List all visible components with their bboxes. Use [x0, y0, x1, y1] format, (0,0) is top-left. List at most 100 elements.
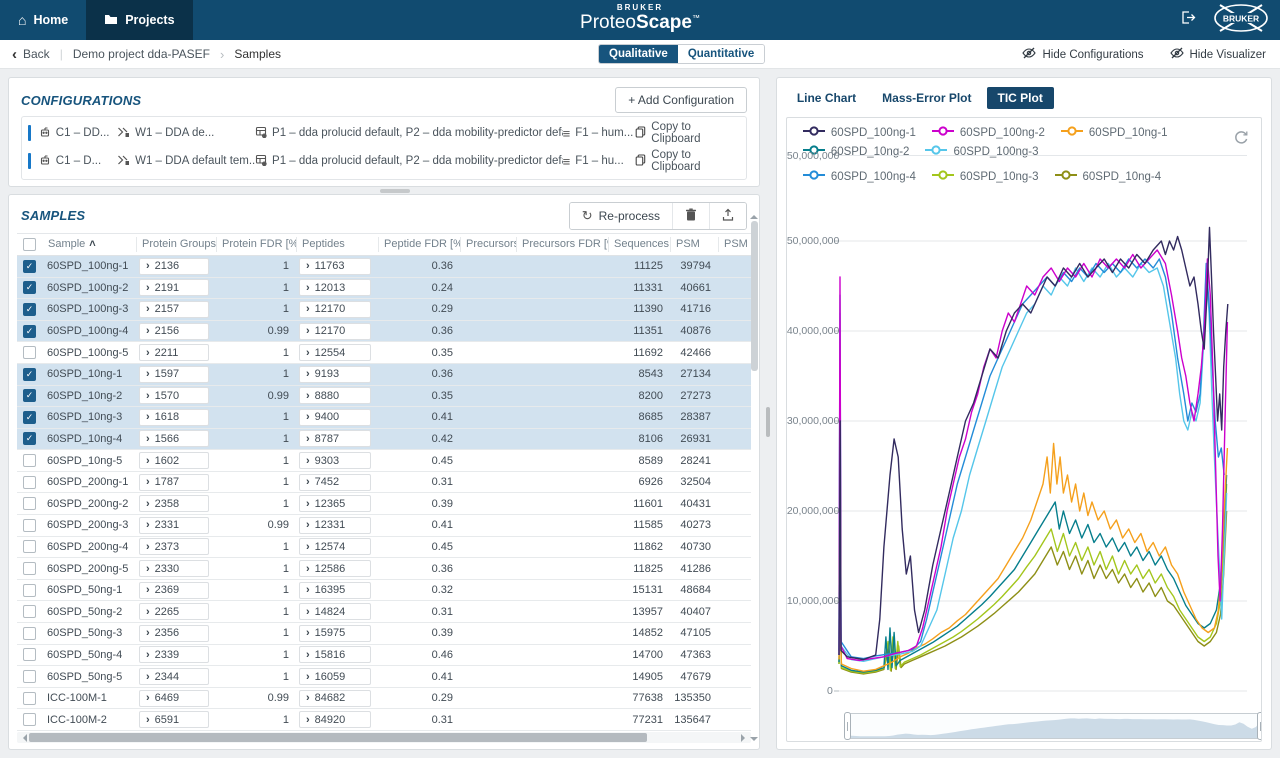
row-checkbox[interactable]: [23, 476, 36, 489]
protein-groups-expander[interactable]: ›2136: [139, 258, 209, 275]
peptides-expander[interactable]: ›11763: [299, 258, 371, 275]
table-row[interactable]: ✓60SPD_10ng-3›16181›94000.418685283870.3…: [17, 407, 751, 429]
peptides-expander[interactable]: ›84682: [299, 690, 371, 707]
peptides-expander[interactable]: ›14824: [299, 603, 371, 620]
protein-groups-expander[interactable]: ›2373: [139, 538, 209, 555]
row-checkbox[interactable]: ✓: [23, 325, 36, 338]
row-checkbox[interactable]: [23, 346, 36, 359]
table-row[interactable]: ✓60SPD_100ng-1›21361›117630.361112539794…: [17, 256, 751, 278]
row-checkbox[interactable]: ✓: [23, 281, 36, 294]
row-checkbox[interactable]: [23, 562, 36, 575]
vertical-scroll-thumb[interactable]: [751, 221, 758, 371]
hide-configurations-button[interactable]: Hide Configurations: [1022, 47, 1143, 62]
column-header-peptides[interactable]: Peptides: [297, 237, 379, 252]
row-checkbox[interactable]: ✓: [23, 368, 36, 381]
tab-tic-plot[interactable]: TIC Plot: [987, 87, 1054, 109]
table-row[interactable]: ✓60SPD_100ng-2›21911›120130.241133140661…: [17, 278, 751, 300]
table-row[interactable]: ICC-100M-1›64690.99›846820.2977638135350…: [17, 688, 751, 710]
peptides-expander[interactable]: ›9303: [299, 452, 371, 469]
breadcrumb-project[interactable]: Demo project dda-PASEF: [73, 47, 210, 61]
row-checkbox[interactable]: [23, 692, 36, 705]
scroll-left-arrow-icon[interactable]: [19, 734, 27, 742]
peptides-expander[interactable]: ›12170: [299, 301, 371, 318]
configuration-row[interactable]: C1 – D...W1 – DDA default tem...P1 – dda…: [22, 147, 746, 175]
peptides-expander[interactable]: ›9193: [299, 366, 371, 383]
column-header-peptide-fdr-[interactable]: Peptide FDR [%]: [379, 237, 461, 252]
peptides-expander[interactable]: ›15975: [299, 625, 371, 642]
select-all-checkbox[interactable]: [23, 238, 36, 251]
copy-to-clipboard-button[interactable]: Copy to Clipboard: [635, 149, 736, 173]
protein-groups-expander[interactable]: ›1787: [139, 474, 209, 491]
peptides-expander[interactable]: ›84920: [299, 711, 371, 728]
horizontal-splitter[interactable]: [8, 187, 760, 194]
horizontal-scroll-thumb[interactable]: [29, 733, 647, 742]
row-checkbox[interactable]: ✓: [23, 432, 36, 445]
back-link[interactable]: Back: [23, 47, 50, 61]
row-checkbox[interactable]: ✓: [23, 411, 36, 424]
row-checkbox[interactable]: [23, 648, 36, 661]
quantitative-button[interactable]: Quantitative: [678, 45, 764, 63]
row-checkbox[interactable]: [23, 454, 36, 467]
table-row[interactable]: 60SPD_50ng-5›23441›160590.4114905476790.…: [17, 666, 751, 688]
row-checkbox[interactable]: [23, 519, 36, 532]
peptides-expander[interactable]: ›12170: [299, 323, 371, 340]
row-checkbox[interactable]: ✓: [23, 389, 36, 402]
reprocess-button[interactable]: ↻ Re-process: [570, 203, 672, 229]
column-header-sequences[interactable]: Sequences: [609, 237, 671, 252]
row-checkbox[interactable]: [23, 497, 36, 510]
peptides-expander[interactable]: ›12586: [299, 560, 371, 577]
peptides-expander[interactable]: ›8787: [299, 430, 371, 447]
protein-groups-expander[interactable]: ›1570: [139, 387, 209, 404]
row-checkbox[interactable]: [23, 540, 36, 553]
vertical-splitter[interactable]: [764, 77, 772, 750]
protein-groups-expander[interactable]: ›2191: [139, 279, 209, 296]
nav-tab-projects[interactable]: Projects: [86, 0, 192, 40]
row-checkbox[interactable]: ✓: [23, 303, 36, 316]
column-header-protein-groups[interactable]: Protein Groups: [137, 237, 217, 252]
protein-groups-expander[interactable]: ›2330: [139, 560, 209, 577]
peptides-expander[interactable]: ›8880: [299, 387, 371, 404]
table-row[interactable]: ✓60SPD_10ng-4›15661›87870.428106269310.3…: [17, 429, 751, 451]
hide-visualizer-button[interactable]: Hide Visualizer: [1170, 47, 1267, 62]
peptides-expander[interactable]: ›9400: [299, 409, 371, 426]
logout-icon[interactable]: [1179, 9, 1196, 31]
scroll-up-arrow-icon[interactable]: [750, 211, 758, 219]
table-row[interactable]: ✓60SPD_100ng-3›21571›121700.291139041716…: [17, 299, 751, 321]
column-header-psm-fdr-[interactable]: PSM FDR [%]: [719, 237, 751, 252]
peptides-expander[interactable]: ›12365: [299, 495, 371, 512]
peptides-expander[interactable]: ›7452: [299, 474, 371, 491]
protein-groups-expander[interactable]: ›2331: [139, 517, 209, 534]
table-row[interactable]: ICC-100M-2›65911›849200.31772311356470.2…: [17, 709, 751, 731]
row-checkbox[interactable]: [23, 713, 36, 726]
peptides-expander[interactable]: ›12574: [299, 538, 371, 555]
peptides-expander[interactable]: ›12013: [299, 279, 371, 296]
copy-to-clipboard-button[interactable]: Copy to Clipboard: [635, 121, 736, 145]
table-row[interactable]: 60SPD_200ng-2›23581›123650.3911601404310…: [17, 493, 751, 515]
configuration-row[interactable]: C1 – DD...W1 – DDA de...P1 – dda proluci…: [22, 119, 746, 147]
table-row[interactable]: 60SPD_50ng-2›22651›148240.3113957404070.…: [17, 601, 751, 623]
tab-mass-error-plot[interactable]: Mass-Error Plot: [871, 87, 982, 109]
add-configuration-button[interactable]: + Add Configuration: [615, 87, 747, 113]
protein-groups-expander[interactable]: ›2356: [139, 625, 209, 642]
row-checkbox[interactable]: [23, 627, 36, 640]
protein-groups-expander[interactable]: ›6591: [139, 711, 209, 728]
column-header-precursors-fdr-[interactable]: Precursors FDR [%]: [517, 237, 609, 252]
horizontal-scrollbar[interactable]: [17, 732, 751, 743]
table-row[interactable]: ✓60SPD_100ng-4›21560.99›121700.361135140…: [17, 321, 751, 343]
column-header-protein-fdr-[interactable]: Protein FDR [%]: [217, 237, 297, 252]
protein-groups-expander[interactable]: ›2369: [139, 582, 209, 599]
table-row[interactable]: 60SPD_200ng-3›23310.99›123310.4111585402…: [17, 515, 751, 537]
row-checkbox[interactable]: ✓: [23, 260, 36, 273]
splitter-grip[interactable]: [766, 407, 770, 437]
protein-groups-expander[interactable]: ›1602: [139, 452, 209, 469]
peptides-expander[interactable]: ›16395: [299, 582, 371, 599]
table-row[interactable]: 60SPD_200ng-4›23731›125740.4511862407300…: [17, 537, 751, 559]
protein-groups-expander[interactable]: ›2265: [139, 603, 209, 620]
row-checkbox[interactable]: [23, 670, 36, 683]
datazoom-slider[interactable]: [847, 713, 1261, 739]
qualitative-button[interactable]: Qualitative: [599, 45, 678, 63]
peptides-expander[interactable]: ›15816: [299, 646, 371, 663]
protein-groups-expander[interactable]: ›2339: [139, 646, 209, 663]
vertical-scrollbar[interactable]: [750, 219, 759, 737]
tic-plot-canvas[interactable]: [787, 118, 1261, 741]
